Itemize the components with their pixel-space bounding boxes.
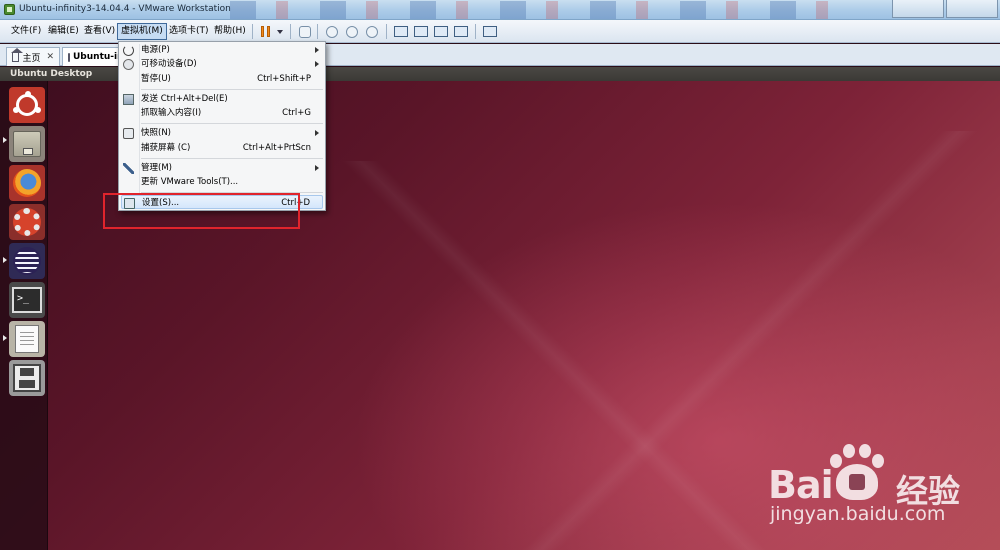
- removable-device-icon: [123, 59, 134, 70]
- menu-vm[interactable]: 虚拟机(M): [117, 23, 167, 40]
- menu-item-removable-devices[interactable]: 可移动设备(D): [121, 57, 323, 71]
- watermark-brand-latin: Bai: [768, 463, 834, 507]
- console-view-button[interactable]: [481, 23, 498, 40]
- unity-icon: [453, 26, 468, 37]
- send-keys-icon: [123, 94, 134, 105]
- menu-item-send-ctrl-alt-del[interactable]: 发送 Ctrl+Alt+Del(E): [121, 92, 323, 106]
- menu-separator: [141, 89, 323, 90]
- menu-item-update-vmware-tools[interactable]: 更新 VMware Tools(T)...: [121, 175, 323, 189]
- menu-view[interactable]: 查看(V): [81, 23, 118, 40]
- window-controls: [890, 0, 998, 19]
- snapshot-manager-button[interactable]: [363, 23, 380, 40]
- power-icon: [123, 45, 134, 56]
- menu-item-power[interactable]: 电源(P): [121, 43, 323, 57]
- toolbar-separator: [386, 24, 387, 39]
- toolbar-separator: [317, 24, 318, 39]
- submenu-arrow-icon: [315, 61, 319, 67]
- eclipse-icon: [13, 247, 41, 275]
- show-library-button[interactable]: [392, 23, 409, 40]
- full-screen-icon: [433, 26, 448, 37]
- wrench-icon: [123, 163, 134, 174]
- full-screen-button[interactable]: [432, 23, 449, 40]
- firefox-icon: [13, 169, 41, 197]
- files-icon: [13, 131, 41, 157]
- toolbar-separator: [252, 24, 253, 39]
- menu-item-capture-screen[interactable]: 捕获屏幕 (C) Ctrl+Alt+PrtScn: [121, 141, 323, 155]
- menu-bar: 文件(F) 编辑(E) 查看(V) 虚拟机(M) 选项卡(T) 帮助(H): [0, 20, 1000, 43]
- menu-item-manage[interactable]: 管理(M): [121, 161, 323, 175]
- take-snapshot-button[interactable]: [323, 23, 340, 40]
- close-icon[interactable]: ✕: [46, 52, 54, 62]
- firefox-launcher-button[interactable]: [9, 165, 45, 201]
- revert-snapshot-button[interactable]: [343, 23, 360, 40]
- watermark-url: jingyan.baidu.com: [770, 503, 946, 525]
- tab-home-label: 主页: [22, 53, 41, 64]
- running-indicator: [3, 137, 7, 143]
- system-settings-icon: [13, 208, 41, 236]
- thumbnail-bar-button[interactable]: [412, 23, 429, 40]
- revert-snapshot-icon: [345, 25, 358, 38]
- ubuntu-launcher: >_: [0, 81, 48, 550]
- snapshot-icon: [123, 128, 134, 139]
- save-launcher-button[interactable]: [9, 360, 45, 396]
- snapshot-manager-icon: [365, 25, 378, 38]
- text-editor-icon: [15, 325, 39, 353]
- window-title: Ubuntu-infinity3-14.04.4 - VMware Workst…: [19, 4, 231, 14]
- baidu-jingyan-watermark: Bai 经验 jingyan.baidu.com: [768, 440, 998, 540]
- save-icon: [13, 364, 41, 392]
- send-ctrl-alt-del-button[interactable]: [296, 23, 313, 40]
- menu-item-pause[interactable]: 暂停(U) Ctrl+Shift+P: [121, 72, 323, 86]
- running-indicator: [3, 335, 7, 341]
- unity-button[interactable]: [452, 23, 469, 40]
- menu-separator: [141, 123, 323, 124]
- toolbar-separator: [290, 24, 291, 39]
- background-desktop-thumbnails: [230, 1, 830, 19]
- tab-home[interactable]: 主页 ✕: [6, 47, 60, 66]
- window-control-button[interactable]: [892, 0, 944, 18]
- snapshot-icon: [325, 25, 338, 38]
- submenu-arrow-icon: [315, 165, 319, 171]
- menu-separator: [141, 158, 323, 159]
- terminal-launcher-button[interactable]: >_: [9, 282, 45, 318]
- text-editor-launcher-button[interactable]: [9, 321, 45, 357]
- pause-dropdown-button[interactable]: [271, 23, 288, 40]
- menu-file[interactable]: 文件(F): [8, 23, 44, 40]
- vm-icon: [68, 52, 70, 62]
- pause-icon: [261, 26, 270, 37]
- thumbnail-icon: [413, 26, 428, 37]
- menu-tabs[interactable]: 选项卡(T): [166, 23, 212, 40]
- menu-help[interactable]: 帮助(H): [211, 23, 249, 40]
- ubuntu-dash-icon: [13, 91, 41, 116]
- submenu-arrow-icon: [315, 130, 319, 136]
- tab-ubuntu-vm[interactable]: Ubuntu-inf: [62, 47, 127, 66]
- menu-item-snapshot[interactable]: 快照(N): [121, 126, 323, 140]
- home-icon: [10, 47, 24, 62]
- vmware-app-icon: [4, 4, 15, 15]
- baidu-paw-logo: [830, 444, 884, 502]
- toolbar-separator: [475, 24, 476, 39]
- running-indicator: [3, 257, 7, 263]
- console-view-icon: [482, 26, 497, 37]
- terminal-icon: >_: [12, 287, 42, 313]
- chevron-down-icon: [276, 29, 283, 34]
- highlight-annotation-box: [103, 193, 300, 229]
- menu-item-grab-input[interactable]: 抓取输入内容(I) Ctrl+G: [121, 106, 323, 120]
- submenu-arrow-icon: [315, 47, 319, 53]
- title-bar: Ubuntu-infinity3-14.04.4 - VMware Workst…: [0, 0, 1000, 20]
- files-launcher-button[interactable]: [9, 126, 45, 162]
- window-control-button[interactable]: [946, 0, 998, 18]
- menu-edit[interactable]: 编辑(E): [45, 23, 82, 40]
- send-keys-icon: [298, 25, 311, 38]
- system-settings-launcher-button[interactable]: [9, 204, 45, 240]
- vm-menu-dropdown: 电源(P) 可移动设备(D) 暂停(U) Ctrl+Shift+P 发送 Ctr…: [118, 41, 326, 211]
- library-icon: [393, 26, 408, 37]
- eclipse-launcher-button[interactable]: [9, 243, 45, 279]
- ubuntu-dash-button[interactable]: [9, 87, 45, 123]
